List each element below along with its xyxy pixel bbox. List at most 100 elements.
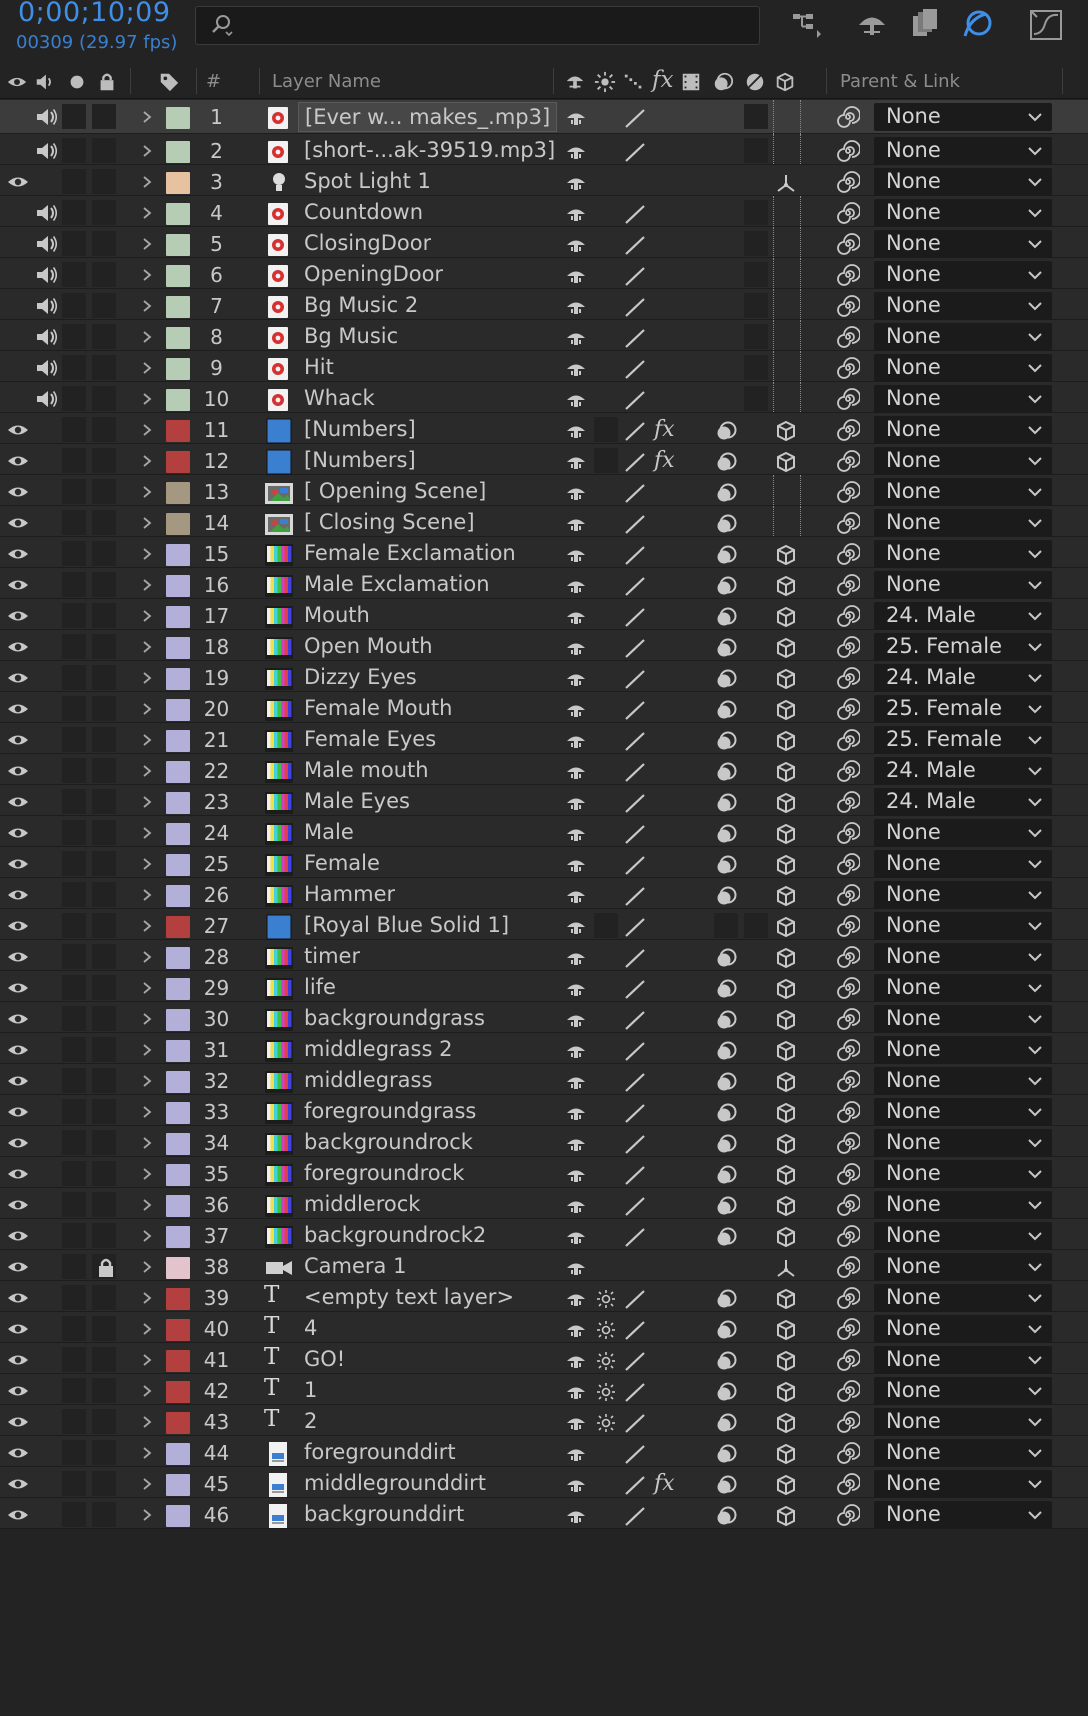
shy-switch-icon[interactable] xyxy=(564,668,588,690)
lock-toggle[interactable] xyxy=(92,1223,116,1248)
motion-blur-toggle[interactable] xyxy=(744,104,768,129)
pickwhip-icon[interactable] xyxy=(836,232,860,256)
layer-row[interactable]: 29 life None xyxy=(0,971,1088,1002)
3d-layer-toggle[interactable] xyxy=(773,320,801,354)
lock-toggle[interactable] xyxy=(92,200,116,225)
layer-row[interactable]: 45 middlegrounddirt fx None xyxy=(0,1467,1088,1498)
3d-layer-icon[interactable] xyxy=(774,823,798,845)
lock-toggle[interactable] xyxy=(92,541,116,566)
lock-toggle[interactable] xyxy=(92,1378,116,1403)
shy-switch-icon[interactable] xyxy=(564,792,588,814)
expand-chevron-icon[interactable] xyxy=(140,1321,154,1337)
pickwhip-icon[interactable] xyxy=(836,201,860,225)
layer-name[interactable]: Hit xyxy=(304,355,334,379)
motion-blur-switch-icon[interactable] xyxy=(714,544,738,566)
quality-switch-icon[interactable] xyxy=(623,637,647,659)
label-color-swatch[interactable] xyxy=(166,420,190,442)
effects-icon[interactable]: fx xyxy=(654,417,678,442)
frame-blend-header-icon[interactable] xyxy=(680,71,702,93)
audio-header-icon[interactable] xyxy=(34,71,56,93)
expand-chevron-icon[interactable] xyxy=(140,1259,154,1275)
motion-blur-switch-icon[interactable] xyxy=(714,1319,738,1341)
layer-name[interactable]: Male Exclamation xyxy=(304,572,490,596)
motion-blur-toggle[interactable] xyxy=(744,262,768,287)
quality-switch-icon[interactable] xyxy=(623,451,647,473)
layer-row[interactable]: 1 [Ever w... makes_.mp3] None xyxy=(0,100,1088,134)
motion-blur-switch-icon[interactable] xyxy=(714,699,738,721)
video-visibility-icon[interactable] xyxy=(6,451,30,471)
motion-blur-switch-icon[interactable] xyxy=(714,1164,738,1186)
expand-chevron-icon[interactable] xyxy=(140,1197,154,1213)
video-toggle-header-icon[interactable] xyxy=(6,71,28,93)
shy-switch-icon[interactable] xyxy=(564,947,588,969)
3d-layer-icon[interactable] xyxy=(774,637,798,659)
video-visibility-icon[interactable] xyxy=(6,1412,30,1432)
motion-blur-switch-icon[interactable] xyxy=(714,1071,738,1093)
3d-layer-icon[interactable] xyxy=(774,1102,798,1124)
layer-row[interactable]: 6 OpeningDoor None xyxy=(0,258,1088,292)
expand-chevron-icon[interactable] xyxy=(140,484,154,500)
video-visibility-icon[interactable] xyxy=(6,1443,30,1463)
layer-search-input[interactable] xyxy=(195,6,760,45)
quality-switch-icon[interactable] xyxy=(623,327,647,349)
pickwhip-icon[interactable] xyxy=(836,1348,860,1372)
frame-blending-icon[interactable] xyxy=(907,8,943,42)
label-color-swatch[interactable] xyxy=(166,265,190,287)
layer-name[interactable]: Male Eyes xyxy=(304,789,410,813)
shy-switch-icon[interactable] xyxy=(564,389,588,411)
video-visibility-icon[interactable] xyxy=(6,1257,30,1277)
solo-toggle[interactable] xyxy=(62,665,86,690)
graph-editor-icon[interactable] xyxy=(1028,8,1064,42)
layer-name[interactable]: [Numbers] xyxy=(304,417,416,441)
solo-toggle[interactable] xyxy=(62,944,86,969)
quality-switch-icon[interactable] xyxy=(623,544,647,566)
layer-row[interactable]: 14 [ Closing Scene] None xyxy=(0,506,1088,540)
pickwhip-icon[interactable] xyxy=(836,511,860,535)
label-color-swatch[interactable] xyxy=(166,1195,190,1217)
pickwhip-icon[interactable] xyxy=(836,1100,860,1124)
video-visibility-icon[interactable] xyxy=(6,513,30,533)
audio-speaker-icon[interactable] xyxy=(34,357,60,379)
lock-toggle[interactable] xyxy=(92,1006,116,1031)
pickwhip-icon[interactable] xyxy=(836,728,860,752)
parent-dropdown[interactable]: None xyxy=(874,1005,1052,1033)
quality-switch-icon[interactable] xyxy=(623,1443,647,1465)
pickwhip-icon[interactable] xyxy=(836,449,860,473)
lock-toggle[interactable] xyxy=(92,1440,116,1465)
expand-chevron-icon[interactable] xyxy=(140,1290,154,1306)
layer-row[interactable]: 26 Hammer None xyxy=(0,878,1088,909)
pickwhip-icon[interactable] xyxy=(836,759,860,783)
label-color-swatch[interactable] xyxy=(166,451,190,473)
quality-switch-icon[interactable] xyxy=(623,265,647,287)
pickwhip-icon[interactable] xyxy=(836,914,860,938)
lock-toggle[interactable] xyxy=(92,851,116,876)
motion-blur-switch-icon[interactable] xyxy=(714,1474,738,1496)
layer-row[interactable]: 21 Female Eyes 25. Female xyxy=(0,723,1088,754)
solo-toggle[interactable] xyxy=(62,138,86,163)
lock-toggle[interactable] xyxy=(92,789,116,814)
video-visibility-icon[interactable] xyxy=(6,885,30,905)
expand-chevron-icon[interactable] xyxy=(140,949,154,965)
shy-switch-icon[interactable] xyxy=(564,107,588,129)
layer-name[interactable]: backgroundgrass xyxy=(304,1006,485,1030)
shy-switch-icon[interactable] xyxy=(564,1319,588,1341)
solo-toggle[interactable] xyxy=(62,634,86,659)
expand-chevron-icon[interactable] xyxy=(140,1414,154,1430)
adjustment-toggle[interactable] xyxy=(744,913,768,938)
video-visibility-icon[interactable] xyxy=(6,792,30,812)
solo-toggle[interactable] xyxy=(62,913,86,938)
layer-row[interactable]: 5 ClosingDoor None xyxy=(0,227,1088,261)
motion-blur-switch-icon[interactable] xyxy=(714,761,738,783)
shy-switch-icon[interactable] xyxy=(564,575,588,597)
label-color-swatch[interactable] xyxy=(166,1102,190,1124)
lock-toggle[interactable] xyxy=(92,975,116,1000)
shy-switch-icon[interactable] xyxy=(564,296,588,318)
video-visibility-icon[interactable] xyxy=(6,916,30,936)
3d-layer-toggle[interactable] xyxy=(773,382,801,416)
layer-name[interactable]: [Numbers] xyxy=(304,448,416,472)
collapse-transform-icon[interactable] xyxy=(594,1381,618,1403)
3d-layer-icon[interactable] xyxy=(774,947,798,969)
motion-blur-toggle[interactable] xyxy=(744,293,768,318)
expand-chevron-icon[interactable] xyxy=(140,1476,154,1492)
expand-chevron-icon[interactable] xyxy=(140,763,154,779)
